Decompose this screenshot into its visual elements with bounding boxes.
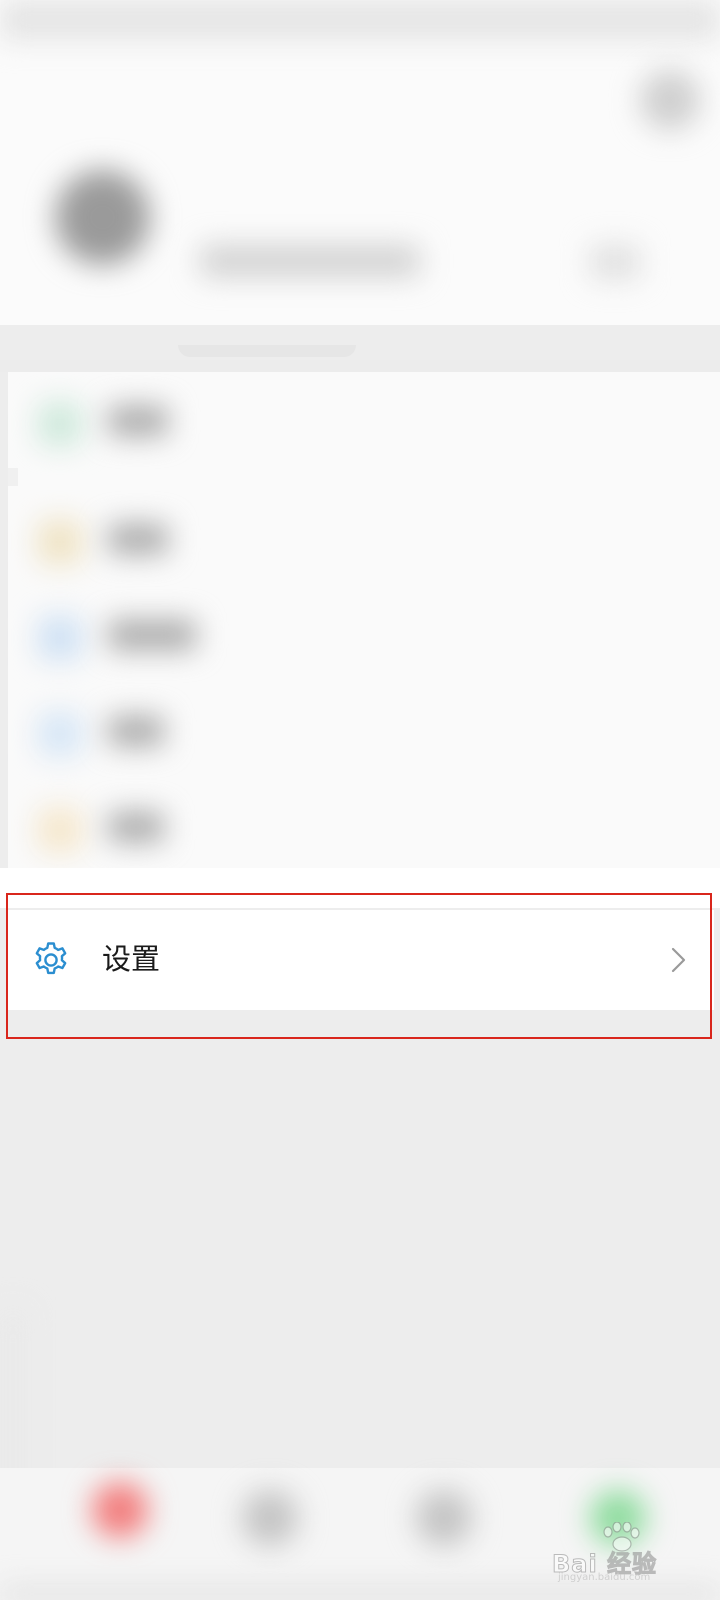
screen: 设置 Bai 经验 jingyan.baidu.com <box>0 0 720 1600</box>
menu-item-label <box>108 406 168 436</box>
menu-item[interactable] <box>8 778 720 876</box>
moments-icon <box>38 616 82 660</box>
status-bar-area <box>0 0 720 40</box>
menu-item-label <box>108 524 168 554</box>
service-icon <box>38 402 82 446</box>
menu-item-label <box>108 620 196 650</box>
avatar[interactable] <box>55 170 150 265</box>
menu-item[interactable] <box>8 682 720 780</box>
qr-code-icon[interactable] <box>590 245 640 279</box>
menu-item-label <box>108 812 164 842</box>
menu-item-label <box>108 716 164 746</box>
camera-icon[interactable] <box>640 70 700 130</box>
stickers-icon <box>38 808 82 852</box>
menu-item[interactable] <box>8 586 720 684</box>
screen-edge <box>0 1588 720 1600</box>
profile-header <box>0 0 720 325</box>
divider <box>0 360 720 372</box>
watermark: Bai 经验 jingyan.baidu.com <box>548 1522 718 1588</box>
favorites-icon <box>38 520 82 564</box>
gear-icon <box>35 942 67 975</box>
settings-row[interactable]: 设置 <box>8 910 714 1010</box>
contacts-tab-icon[interactable] <box>242 1490 298 1546</box>
divider <box>8 468 18 486</box>
discover-tab-icon[interactable] <box>416 1490 472 1546</box>
menu-item[interactable] <box>8 372 720 470</box>
cards-icon <box>38 712 82 756</box>
section-spacer <box>0 868 720 908</box>
user-id-text <box>200 245 420 277</box>
settings-label: 设置 <box>102 942 161 976</box>
watermark-url: jingyan.baidu.com <box>558 1572 651 1583</box>
pull-handle <box>178 345 356 357</box>
menu-list <box>8 372 720 868</box>
menu-item[interactable] <box>8 490 720 588</box>
chevron-right-icon <box>671 947 686 973</box>
chats-tab-icon[interactable] <box>92 1482 148 1538</box>
